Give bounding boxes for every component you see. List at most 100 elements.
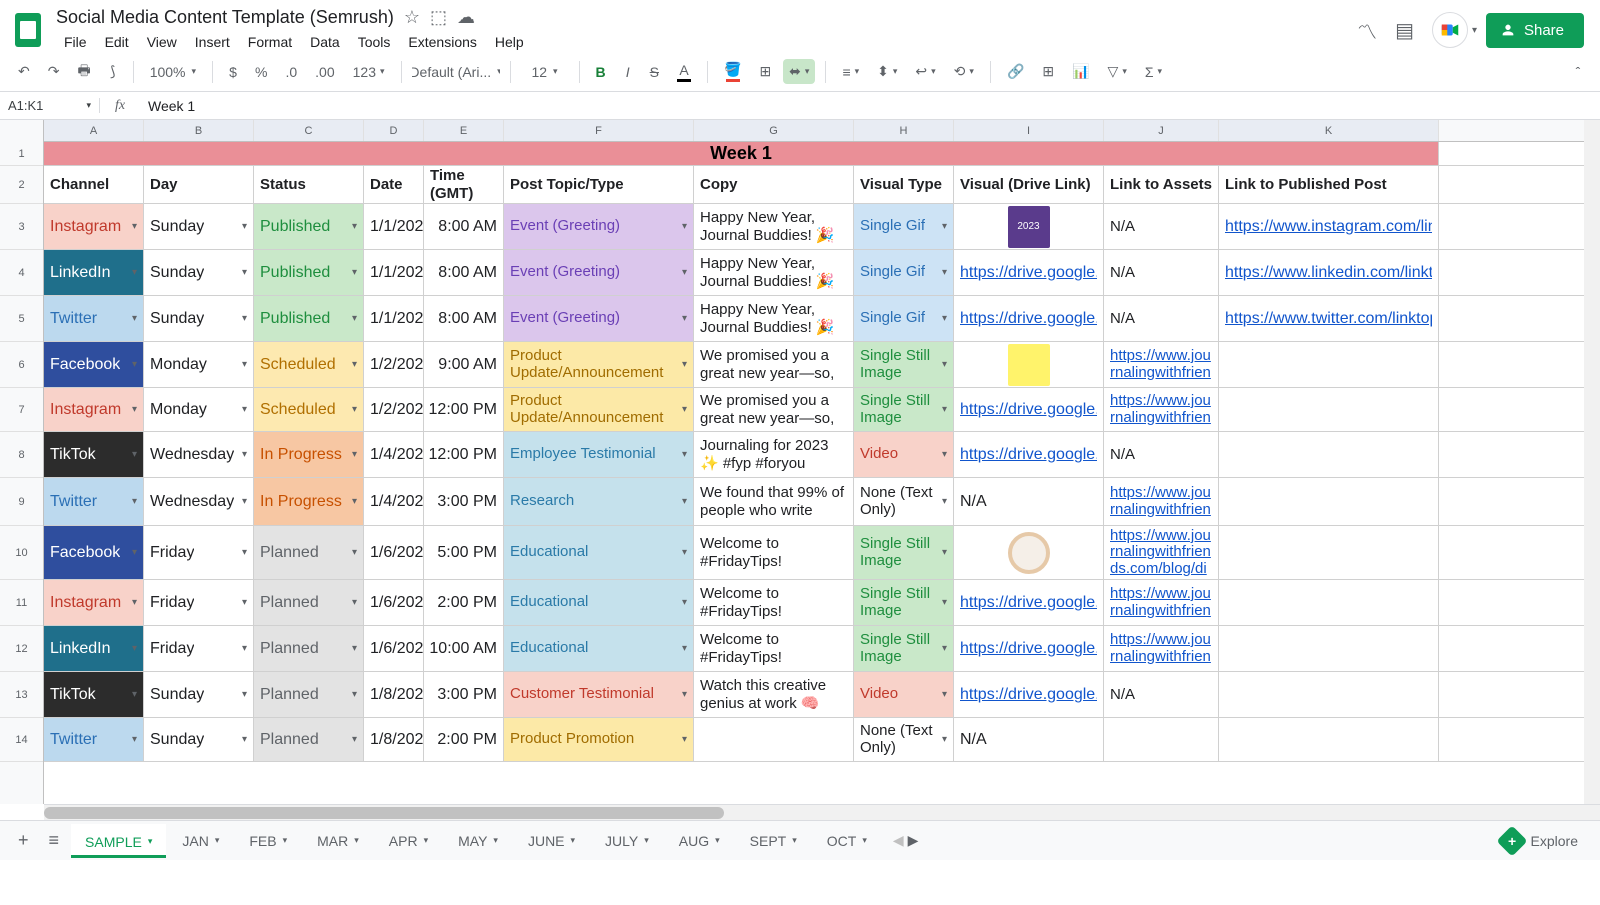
cell-channel[interactable]: Instagram▾ xyxy=(44,580,144,625)
functions-button[interactable]: Σ▾ xyxy=(1139,60,1168,84)
sheet-tab-oct[interactable]: OCT▾ xyxy=(813,824,881,858)
row-header-10[interactable]: 10 xyxy=(0,526,43,580)
cell-assets[interactable] xyxy=(1104,718,1219,761)
col-header-B[interactable]: B xyxy=(144,120,254,141)
bold-button[interactable]: B xyxy=(590,60,612,84)
borders-button[interactable]: ⊞ xyxy=(753,59,777,84)
cell-visual-type[interactable]: None (Text Only)▾ xyxy=(854,718,954,761)
row-header-4[interactable]: 4 xyxy=(0,250,43,296)
cell-visual[interactable]: https://drive.google.c xyxy=(954,388,1104,431)
cell-visual[interactable]: N/A xyxy=(954,718,1104,761)
cell-published[interactable] xyxy=(1219,626,1439,671)
paint-format-button[interactable]: ⟆ xyxy=(103,59,123,84)
cell-copy[interactable]: Happy New Year, Journal Buddies! 🎉 xyxy=(694,296,854,341)
cell-date[interactable]: 1/4/2023 xyxy=(364,432,424,477)
move-icon[interactable]: ⬚ xyxy=(430,7,447,28)
row-header-13[interactable]: 13 xyxy=(0,672,43,718)
sheet-tab-mar[interactable]: MAR▾ xyxy=(303,824,373,858)
cell-date[interactable]: 1/8/2023 xyxy=(364,718,424,761)
cell-time[interactable]: 8:00 AM xyxy=(424,296,504,341)
cell-time[interactable]: 2:00 PM xyxy=(424,718,504,761)
menu-view[interactable]: View xyxy=(139,30,185,54)
decrease-decimal-button[interactable]: .0 xyxy=(279,60,303,84)
cell-date[interactable]: 1/6/2023 xyxy=(364,580,424,625)
cell-copy[interactable]: We found that 99% of people who write xyxy=(694,478,854,525)
cell-visual[interactable]: https://drive.google.c xyxy=(954,580,1104,625)
cell-day[interactable]: Sunday▾ xyxy=(144,672,254,717)
cell-visual[interactable] xyxy=(954,342,1104,387)
cell-channel[interactable]: LinkedIn▾ xyxy=(44,250,144,295)
text-color-button[interactable]: A xyxy=(671,58,697,86)
cell-channel[interactable]: Instagram▾ xyxy=(44,204,144,249)
cell-time[interactable]: 12:00 PM xyxy=(424,388,504,431)
cell-day[interactable]: Friday▾ xyxy=(144,580,254,625)
cell-channel[interactable]: Facebook▾ xyxy=(44,526,144,579)
vertical-scrollbar[interactable] xyxy=(1584,120,1600,804)
header-visual[interactable]: Visual (Drive Link) xyxy=(954,166,1104,203)
cell-published[interactable] xyxy=(1219,718,1439,761)
cell-topic[interactable]: Product Update/Announcement▾ xyxy=(504,342,694,387)
col-header-H[interactable]: H xyxy=(854,120,954,141)
cell-visual-type[interactable]: Single Gif▾ xyxy=(854,296,954,341)
cell-topic[interactable]: Event (Greeting)▾ xyxy=(504,250,694,295)
cell-status[interactable]: Scheduled▾ xyxy=(254,342,364,387)
cell-copy[interactable]: Happy New Year, Journal Buddies! 🎉 xyxy=(694,204,854,249)
cell-time[interactable]: 3:00 PM xyxy=(424,478,504,525)
all-sheets-button[interactable]: ≡ xyxy=(41,824,68,857)
cell-time[interactable]: 12:00 PM xyxy=(424,432,504,477)
header-status[interactable]: Status xyxy=(254,166,364,203)
cell-topic[interactable]: Employee Testimonial▾ xyxy=(504,432,694,477)
cell-time[interactable]: 10:00 AM xyxy=(424,626,504,671)
percent-button[interactable]: % xyxy=(249,60,273,84)
row-header-8[interactable]: 8 xyxy=(0,432,43,478)
cell-status[interactable]: Planned▾ xyxy=(254,626,364,671)
menu-file[interactable]: File xyxy=(56,30,95,54)
col-header-F[interactable]: F xyxy=(504,120,694,141)
share-button[interactable]: Share xyxy=(1486,13,1584,48)
cell-assets[interactable]: https://www.journalingwithfrien xyxy=(1104,478,1219,525)
cell-status[interactable]: Planned▾ xyxy=(254,580,364,625)
cell-published[interactable]: https://www.linkedin.com/linkto xyxy=(1219,250,1439,295)
undo-button[interactable]: ↶ xyxy=(12,59,36,84)
sheet-tab-june[interactable]: JUNE▾ xyxy=(514,824,589,858)
cell-channel[interactable]: Twitter▾ xyxy=(44,296,144,341)
menu-data[interactable]: Data xyxy=(302,30,348,54)
cell-copy[interactable]: Watch this creative genius at work 🧠 xyxy=(694,672,854,717)
cell-assets[interactable]: N/A xyxy=(1104,672,1219,717)
header-date[interactable]: Date xyxy=(364,166,424,203)
filter-button[interactable]: ▽▾ xyxy=(1102,59,1133,84)
activity-icon[interactable]: 〽 xyxy=(1357,16,1377,45)
cell-visual[interactable]: N/A xyxy=(954,478,1104,525)
cell-date[interactable]: 1/4/2023 xyxy=(364,478,424,525)
cell-day[interactable]: Monday▾ xyxy=(144,388,254,431)
cell-visual-type[interactable]: Single Gif▾ xyxy=(854,250,954,295)
cell-day[interactable]: Friday▾ xyxy=(144,626,254,671)
cloud-icon[interactable]: ☁ xyxy=(457,7,475,28)
sheet-tab-sample[interactable]: SAMPLE▾ xyxy=(71,824,166,858)
header-assets[interactable]: Link to Assets xyxy=(1104,166,1219,203)
col-header-C[interactable]: C xyxy=(254,120,364,141)
cell-visual[interactable]: https://drive.google.c xyxy=(954,672,1104,717)
cell-visual-type[interactable]: Video▾ xyxy=(854,672,954,717)
cell-channel[interactable]: Twitter▾ xyxy=(44,478,144,525)
cell-day[interactable]: Monday▾ xyxy=(144,342,254,387)
cell-published[interactable] xyxy=(1219,526,1439,579)
cell-topic[interactable]: Event (Greeting)▾ xyxy=(504,296,694,341)
cell-status[interactable]: Planned▾ xyxy=(254,718,364,761)
cell-published[interactable] xyxy=(1219,342,1439,387)
col-header-A[interactable]: A xyxy=(44,120,144,141)
cell-topic[interactable]: Product Update/Announcement▾ xyxy=(504,388,694,431)
cell-copy[interactable]: Journaling for 2023 ✨ #fyp #foryou xyxy=(694,432,854,477)
cell-channel[interactable]: TikTok▾ xyxy=(44,672,144,717)
sheet-tab-apr[interactable]: APR▾ xyxy=(375,824,442,858)
cell-status[interactable]: In Progress▾ xyxy=(254,432,364,477)
cell-day[interactable]: Sunday▾ xyxy=(144,204,254,249)
cell-copy[interactable]: Welcome to #FridayTips! xyxy=(694,526,854,579)
cell-visual[interactable]: https://drive.google.c xyxy=(954,296,1104,341)
cell-visual[interactable]: https://drive.google.c xyxy=(954,626,1104,671)
cell-date[interactable]: 1/6/2023 xyxy=(364,626,424,671)
add-sheet-button[interactable]: + xyxy=(10,824,37,857)
explore-button[interactable]: Explore xyxy=(1489,824,1590,858)
cell-topic[interactable]: Educational▾ xyxy=(504,626,694,671)
menu-format[interactable]: Format xyxy=(240,30,300,54)
